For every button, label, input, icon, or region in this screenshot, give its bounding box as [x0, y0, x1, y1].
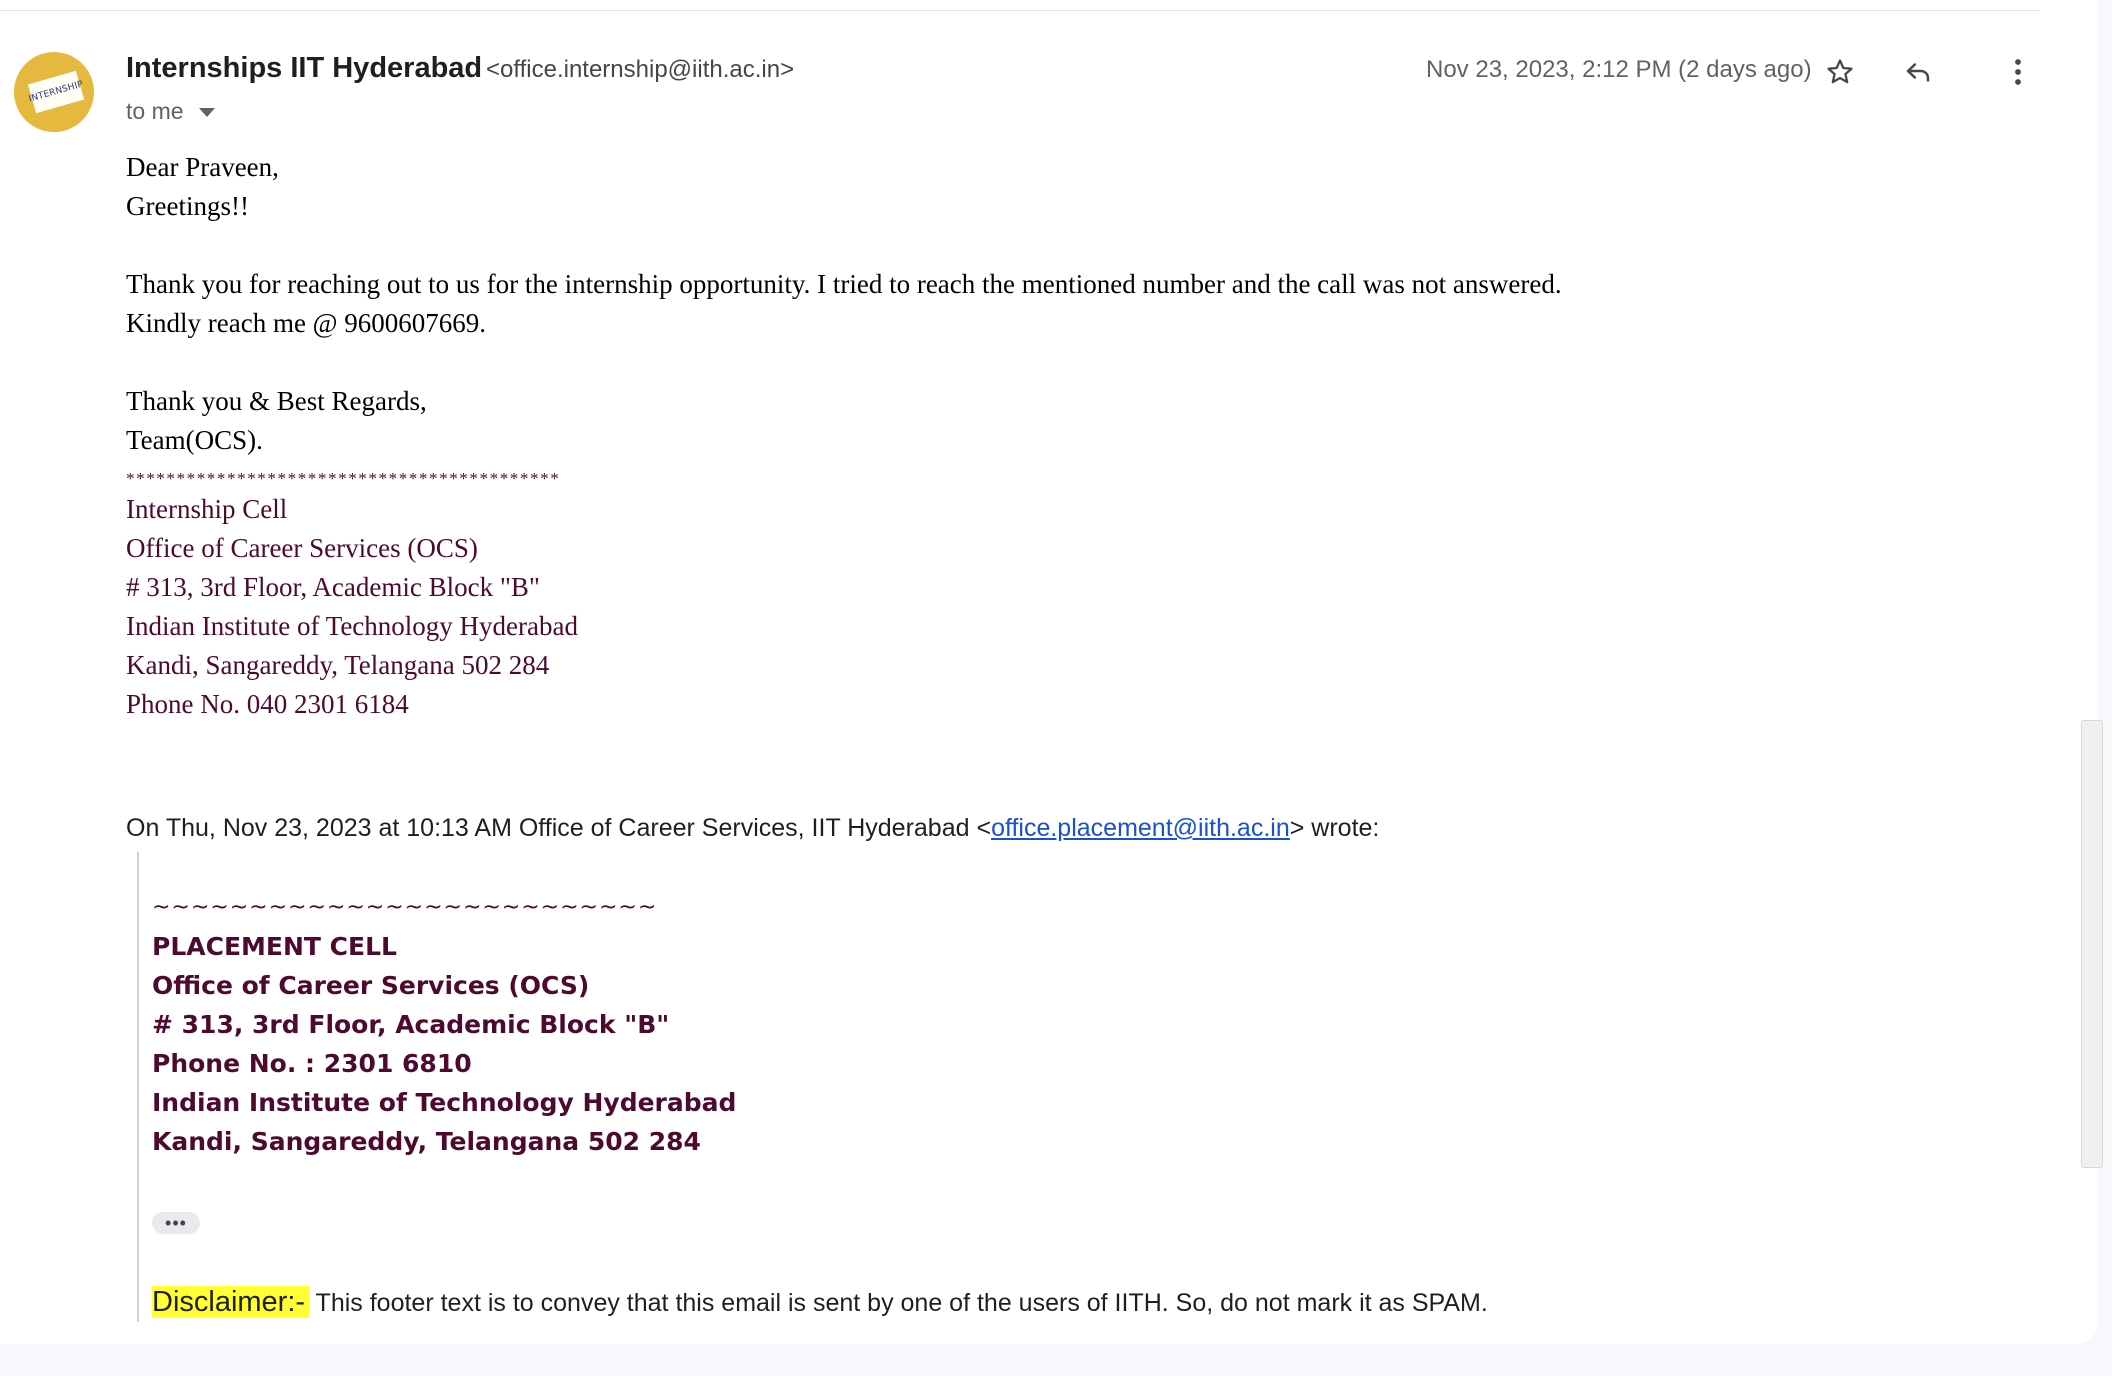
signature-line: Internship Cell — [126, 494, 288, 524]
placement-email-link[interactable]: office.placement@iith.ac.in — [991, 814, 1290, 842]
sender-email: <office.internship@iith.ac.in> — [486, 56, 795, 83]
quote-line: # 313, 3rd Floor, Academic Block "B" — [152, 1010, 670, 1039]
divider — [0, 10, 2040, 11]
quote-line: Office of Career Services (OCS) — [152, 971, 590, 1000]
closing-line: Team(OCS). — [126, 425, 263, 455]
quote-line: Kandi, Sangareddy, Telangana 502 284 — [152, 1127, 701, 1156]
disclaimer-label: Disclaimer:- — [152, 1286, 310, 1318]
star-icon[interactable] — [1820, 52, 1860, 92]
closing-line: Thank you & Best Regards, — [126, 386, 427, 416]
recipient-label: to me — [126, 98, 184, 124]
greeting-line: Dear Praveen, — [126, 152, 279, 182]
quoted-attribution: On Thu, Nov 23, 2023 at 10:13 AM Office … — [126, 814, 1379, 843]
signature-line: # 313, 3rd Floor, Academic Block "B" — [126, 572, 540, 602]
email-message-card: INTERNSHIP Internships IIT Hyderabad <of… — [0, 0, 2098, 1344]
avatar[interactable]: INTERNSHIP — [14, 52, 94, 132]
body-paragraph: Thank you for reaching out to us for the… — [126, 269, 1562, 299]
sender-name[interactable]: Internships IIT Hyderabad — [126, 52, 482, 85]
signature-line: Indian Institute of Technology Hyderabad — [126, 611, 578, 641]
quoted-signature: ~~~~~~~~~~~~~~~~~~~~~~~~~~ PLACEMENT CEL… — [152, 888, 736, 1161]
quote-line: Indian Institute of Technology Hyderabad — [152, 1088, 737, 1117]
quote-separator: ~~~~~~~~~~~~~~~~~~~~~~~~~~ — [152, 895, 658, 920]
greeting-line: Greetings!! — [126, 191, 249, 221]
reply-icon[interactable] — [1898, 52, 1938, 92]
disclaimer: Disclaimer:- This footer text is to conv… — [152, 1286, 1488, 1319]
scrollbar-thumb[interactable] — [2081, 720, 2103, 1168]
quote-line: PLACEMENT CELL — [152, 932, 397, 961]
body-paragraph: Kindly reach me @ 9600607669. — [126, 308, 487, 338]
message-date: Nov 23, 2023, 2:12 PM (2 days ago) — [1426, 56, 1812, 83]
signature-separator: ****************************************… — [126, 469, 561, 488]
quote-line: Phone No. : 2301 6810 — [152, 1049, 472, 1078]
disclaimer-text: This footer text is to convey that this … — [309, 1289, 1488, 1317]
signature-line: Office of Career Services (OCS) — [126, 533, 478, 563]
quote-border — [137, 852, 139, 1322]
chevron-down-icon[interactable] — [199, 108, 215, 117]
attribution-suffix: > wrote: — [1289, 814, 1380, 842]
signature-line: Phone No. 040 2301 6184 — [126, 689, 409, 719]
message-body: Dear Praveen, Greetings!! Thank you for … — [126, 148, 1562, 724]
more-vert-icon[interactable] — [1998, 52, 2038, 92]
show-trimmed-content-button[interactable]: ••• — [152, 1212, 200, 1234]
attribution-text: On Thu, Nov 23, 2023 at 10:13 AM Office … — [126, 814, 992, 842]
avatar-logo: INTERNSHIP — [26, 69, 86, 115]
signature-line: Kandi, Sangareddy, Telangana 502 284 — [126, 650, 550, 680]
